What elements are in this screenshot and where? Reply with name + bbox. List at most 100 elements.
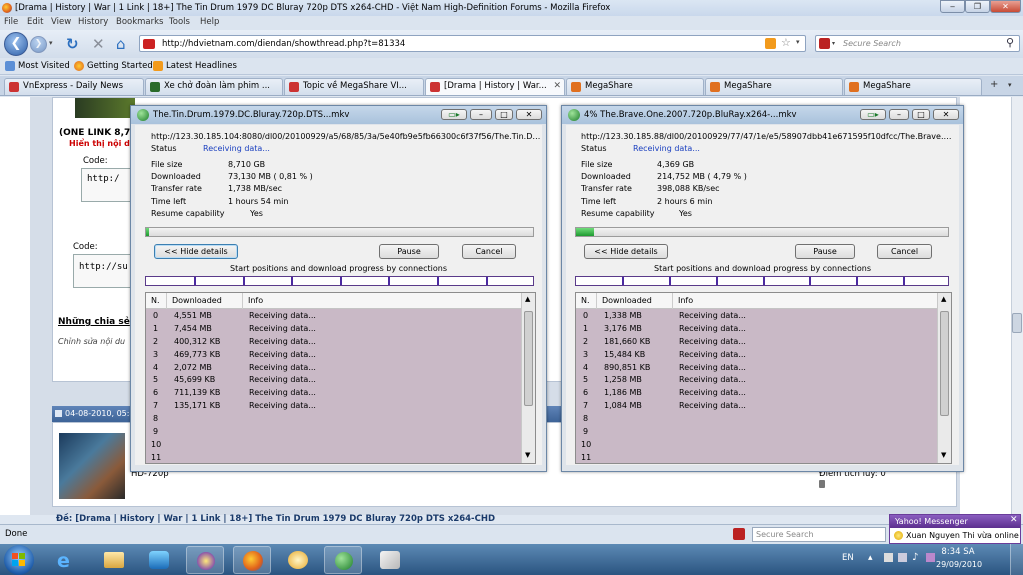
- reload-icon[interactable]: ↻: [66, 35, 79, 53]
- show-desktop-button[interactable]: [1010, 544, 1023, 575]
- language-indicator[interactable]: EN: [842, 553, 854, 563]
- tab-vnexpress[interactable]: VnExpress - Daily News: [4, 78, 144, 95]
- tab-megashare-2[interactable]: MegaShare: [705, 78, 843, 95]
- col-info[interactable]: Info: [248, 296, 263, 305]
- bookmark-star-icon[interactable]: ☆: [781, 36, 791, 49]
- list-scrollbar[interactable]: ▲ ▼: [937, 293, 951, 463]
- clock-date[interactable]: 29/09/2010: [936, 560, 982, 569]
- col-downloaded[interactable]: Downloaded: [172, 296, 222, 305]
- cancel-button[interactable]: Cancel: [462, 244, 516, 259]
- restore-arrow-button[interactable]: ▭▸: [860, 109, 886, 120]
- table-row[interactable]: 7 135,171 KB Receiving data...: [146, 400, 521, 413]
- table-row[interactable]: 0 4,551 MB Receiving data...: [146, 310, 521, 323]
- bookmark-most-visited[interactable]: Most Visited: [18, 61, 70, 71]
- table-row[interactable]: 3 469,773 KB Receiving data...: [146, 349, 521, 362]
- table-row[interactable]: 4 890,851 KB Receiving data...: [576, 362, 937, 375]
- dialog-close-button[interactable]: ✕: [516, 109, 542, 120]
- search-box[interactable]: ▾ Secure Search ⚲: [815, 35, 1020, 52]
- restore-arrow-button[interactable]: ▭▸: [441, 109, 467, 120]
- paint-taskbar[interactable]: [371, 546, 409, 574]
- dialog-maximize-button[interactable]: □: [912, 109, 930, 120]
- internet-explorer-taskbar[interactable]: e: [48, 546, 86, 574]
- home-icon[interactable]: ⌂: [116, 35, 126, 53]
- media-player-taskbar[interactable]: [140, 546, 178, 574]
- cancel-button[interactable]: Cancel: [877, 244, 932, 259]
- user-avatar[interactable]: [59, 433, 125, 499]
- table-row[interactable]: 5 1,258 MB Receiving data...: [576, 374, 937, 387]
- explorer-taskbar[interactable]: [95, 546, 133, 574]
- stop-icon[interactable]: ✕: [92, 35, 105, 53]
- hide-details-button[interactable]: << Hide details: [154, 244, 238, 259]
- url-text[interactable]: http://hdvietnam.com/diendan/showthread.…: [162, 39, 405, 49]
- tray-flag-icon[interactable]: [884, 553, 893, 562]
- bookmark-getting-started[interactable]: Getting Started: [87, 61, 153, 71]
- bookmark-latest-headlines[interactable]: Latest Headlines: [166, 61, 237, 71]
- url-dropdown-icon[interactable]: ▾: [796, 38, 800, 46]
- hide-details-button[interactable]: << Hide details: [584, 244, 668, 259]
- idm-taskbar[interactable]: [324, 546, 362, 574]
- table-row[interactable]: 9: [146, 426, 521, 439]
- security-shield-icon[interactable]: [733, 528, 745, 540]
- tab-list-icon[interactable]: ▾: [1008, 81, 1012, 89]
- url-bar[interactable]: http://hdvietnam.com/diendan/showthread.…: [139, 35, 806, 52]
- col-info[interactable]: Info: [678, 296, 693, 305]
- col-downloaded[interactable]: Downloaded: [602, 296, 652, 305]
- close-window-button[interactable]: ✕: [990, 0, 1021, 13]
- mail-taskbar[interactable]: [279, 546, 317, 574]
- table-row[interactable]: 9: [576, 426, 937, 439]
- scrollbar-thumb[interactable]: [940, 311, 949, 416]
- tab-megashare-3[interactable]: MegaShare: [844, 78, 982, 95]
- tab-topic-megashare[interactable]: Topic về MegaShare VI...: [284, 78, 424, 95]
- scroll-down-icon[interactable]: ▼: [941, 451, 946, 459]
- start-button[interactable]: [4, 545, 34, 575]
- menu-file[interactable]: File: [4, 17, 18, 27]
- table-row[interactable]: 3 15,484 KB Receiving data...: [576, 349, 937, 362]
- connections-list[interactable]: N. Downloaded Info 0 1,338 MB Receiving da…: [575, 292, 952, 464]
- table-row[interactable]: 0 1,338 MB Receiving data...: [576, 310, 937, 323]
- tab-close-icon[interactable]: ✕: [553, 79, 561, 94]
- col-n[interactable]: N.: [151, 296, 160, 305]
- table-row[interactable]: 2 181,660 KB Receiving data...: [576, 336, 937, 349]
- firefox-taskbar[interactable]: [233, 546, 271, 574]
- new-tab-icon[interactable]: +: [990, 79, 998, 90]
- table-row[interactable]: 11: [576, 452, 937, 465]
- table-row[interactable]: 6 1,186 MB Receiving data...: [576, 387, 937, 400]
- scroll-down-icon[interactable]: ▼: [525, 451, 530, 459]
- col-n[interactable]: N.: [581, 296, 590, 305]
- code-box-2[interactable]: http://su: [73, 254, 133, 288]
- connections-list[interactable]: N. Downloaded Info 0 4,551 MB Receiving da…: [145, 292, 536, 464]
- yahoo-messenger-taskbar[interactable]: [186, 546, 224, 574]
- back-button[interactable]: ❮: [4, 32, 28, 56]
- tab-drama-history-war[interactable]: [Drama | History | War... ✕: [425, 78, 565, 95]
- maximize-button[interactable]: ❐: [965, 0, 990, 13]
- tray-app-icon[interactable]: [926, 553, 935, 562]
- tray-network-icon[interactable]: [898, 553, 907, 562]
- menu-bookmarks[interactable]: Bookmarks: [116, 17, 164, 27]
- table-row[interactable]: 10: [576, 439, 937, 452]
- rss-feed-icon[interactable]: [765, 38, 776, 49]
- pause-button[interactable]: Pause: [795, 244, 855, 259]
- menu-edit[interactable]: Edit: [27, 17, 43, 27]
- menu-help[interactable]: Help: [200, 17, 219, 27]
- table-row[interactable]: 5 45,699 KB Receiving data...: [146, 374, 521, 387]
- table-row[interactable]: 8: [146, 413, 521, 426]
- dialog-minimize-button[interactable]: –: [889, 109, 909, 120]
- search-magnifier-icon[interactable]: ⚲: [1006, 36, 1014, 49]
- menu-view[interactable]: View: [51, 17, 71, 27]
- page-scrollbar-thumb[interactable]: [1012, 313, 1022, 333]
- minimize-button[interactable]: ‒: [940, 0, 965, 13]
- list-scrollbar[interactable]: ▲ ▼: [521, 293, 535, 463]
- menu-tools[interactable]: Tools: [169, 17, 190, 27]
- scrollbar-thumb[interactable]: [524, 311, 533, 406]
- scroll-up-icon[interactable]: ▲: [525, 295, 530, 303]
- menu-history[interactable]: History: [78, 17, 108, 27]
- dialog-close-button[interactable]: ✕: [933, 109, 959, 120]
- table-row[interactable]: 2 400,312 KB Receiving data...: [146, 336, 521, 349]
- dialog-maximize-button[interactable]: □: [495, 109, 513, 120]
- dialog-minimize-button[interactable]: –: [470, 109, 492, 120]
- yahoo-notification[interactable]: Yahoo! Messenger ✕ Xuan Nguyen Thi vừa o…: [889, 514, 1021, 544]
- table-row[interactable]: 10: [146, 439, 521, 452]
- table-row[interactable]: 7 1,084 MB Receiving data...: [576, 400, 937, 413]
- tray-volume-icon[interactable]: ♪: [912, 552, 918, 563]
- history-dropdown-icon[interactable]: ▾: [49, 39, 53, 47]
